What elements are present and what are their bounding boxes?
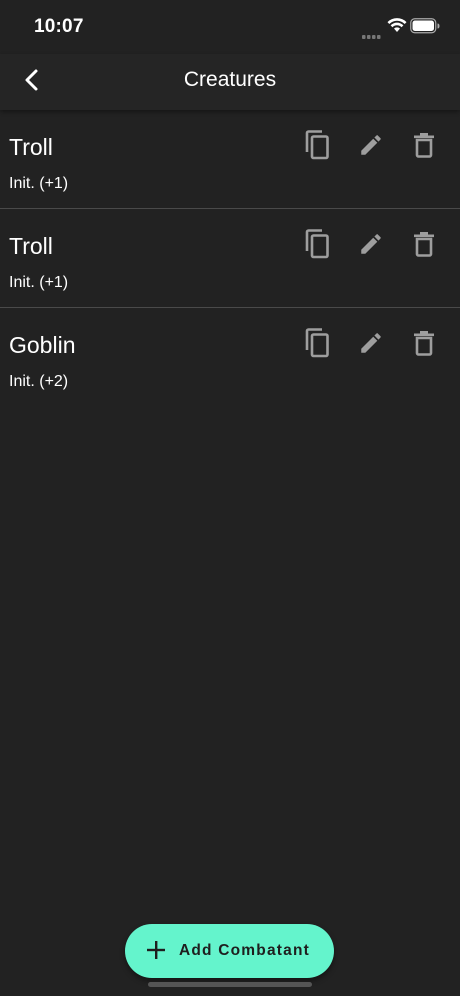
status-time: 10:07 — [34, 16, 84, 37]
home-indicator — [148, 982, 312, 987]
copy-icon — [304, 327, 330, 363]
add-combatant-button[interactable]: Add Combatant — [125, 924, 334, 978]
delete-icon — [413, 132, 435, 163]
creature-list: Troll Init. (+1) Troll Init. (+1) Goblin… — [0, 110, 460, 406]
delete-icon — [413, 231, 435, 262]
edit-button[interactable] — [354, 130, 388, 164]
cellular-signal-icon — [362, 27, 382, 45]
creature-name: Troll — [9, 134, 53, 160]
creature-initiative: Init. (+1) — [9, 274, 69, 291]
edit-icon — [358, 330, 384, 361]
edit-icon — [358, 231, 384, 262]
duplicate-button[interactable] — [300, 129, 334, 165]
delete-icon — [413, 330, 435, 361]
copy-icon — [304, 228, 330, 264]
plus-icon — [147, 940, 165, 964]
edit-button[interactable] — [354, 328, 388, 362]
duplicate-button[interactable] — [300, 327, 334, 363]
battery-icon — [410, 18, 440, 39]
delete-button[interactable] — [407, 130, 441, 164]
duplicate-button[interactable] — [300, 228, 334, 264]
delete-button[interactable] — [407, 328, 441, 362]
status-bar: 10:07 — [0, 0, 460, 54]
add-combatant-label: Add Combatant — [179, 942, 310, 959]
screen: 10:07 Creatures Troll Init. (+1) Troll I… — [0, 0, 460, 996]
wifi-icon — [387, 17, 407, 38]
page-title: Creatures — [183, 68, 277, 91]
creature-name: Troll — [9, 233, 53, 259]
delete-button[interactable] — [407, 229, 441, 263]
creature-name: Goblin — [9, 332, 76, 358]
creature-initiative: Init. (+2) — [9, 373, 69, 390]
creature-row[interactable]: Troll Init. (+1) — [0, 209, 460, 308]
creature-row[interactable]: Goblin Init. (+2) — [0, 308, 460, 406]
creature-initiative: Init. (+1) — [9, 175, 69, 192]
edit-button[interactable] — [354, 229, 388, 263]
copy-icon — [304, 129, 330, 165]
top-app-bar: Creatures — [0, 54, 460, 110]
edit-icon — [358, 132, 384, 163]
creature-row[interactable]: Troll Init. (+1) — [0, 110, 460, 209]
